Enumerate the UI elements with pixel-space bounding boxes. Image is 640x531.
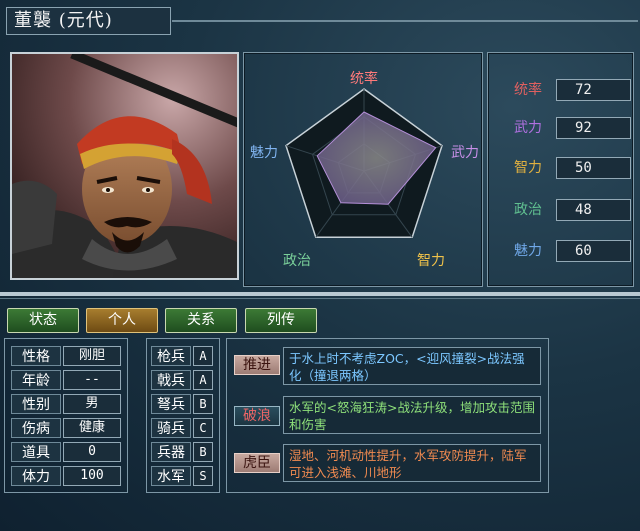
radar-label-bottom-right: 智力: [417, 252, 445, 268]
troop-row-spear: 枪兵 A: [151, 346, 215, 366]
info-label: 道具: [11, 442, 61, 462]
troop-row-cavalry: 骑兵 C: [151, 418, 215, 438]
troop-row-siege: 兵器 B: [151, 442, 215, 462]
troop-grade: S: [193, 466, 213, 486]
stat-label: 智力: [514, 160, 542, 176]
tab-relations[interactable]: 关系: [165, 308, 237, 333]
info-row-injury: 伤病 健康: [11, 418, 121, 438]
radar-label-left: 魅力: [250, 144, 278, 160]
troop-label: 水军: [151, 466, 191, 486]
troop-label: 戟兵: [151, 370, 191, 390]
info-row-age: 年龄 --: [11, 370, 121, 390]
ability-stats-panel: 统率 72 武力 92 智力 50 政治 48 魅力 60: [487, 52, 634, 287]
general-info-screen: 董襲 (元代) 统率 武力 智力 政治 魅力 统率 72 武力 92 智力 50…: [0, 0, 640, 531]
info-label: 年龄: [11, 370, 61, 390]
skill-description-tuijin: 于水上时不考虑ZOC，<迎风撞裂>战法强化（撞退两格）: [283, 347, 541, 385]
info-value: 男: [63, 394, 121, 414]
troop-label: 枪兵: [151, 346, 191, 366]
general-name: 董襲 (元代): [6, 7, 171, 35]
portrait-illustration: [12, 54, 237, 278]
troop-grade: A: [193, 370, 213, 390]
troop-label: 弩兵: [151, 394, 191, 414]
stat-row-zhengzhi: 政治 48: [506, 199, 631, 221]
troop-grade: B: [193, 442, 213, 462]
radar-label-bottom-left: 政治: [283, 252, 311, 268]
troop-grade: C: [193, 418, 213, 438]
skill-name-polang[interactable]: 破浪: [234, 406, 280, 426]
stat-row-zhili: 智力 50: [506, 157, 631, 179]
tab-biography[interactable]: 列传: [245, 308, 317, 333]
ability-radar-panel: 统率 武力 智力 政治 魅力: [243, 52, 483, 287]
info-value: --: [63, 370, 121, 390]
troop-grade: B: [193, 394, 213, 414]
personal-info-panel: 性格 刚胆 年龄 -- 性别 男 伤病 健康 道具 0 体力 100: [4, 338, 128, 493]
troop-label: 骑兵: [151, 418, 191, 438]
troop-aptitude-panel: 枪兵 A 戟兵 A 弩兵 B 骑兵 C 兵器 B 水军 S: [146, 338, 220, 493]
troop-label: 兵器: [151, 442, 191, 462]
info-value: 健康: [63, 418, 121, 438]
skill-name-huchen[interactable]: 虎臣: [234, 453, 280, 473]
tab-personal[interactable]: 个人: [86, 308, 158, 333]
info-label: 体力: [11, 466, 61, 486]
info-row-items: 道具 0: [11, 442, 121, 462]
stat-value: 92: [556, 117, 631, 139]
ability-radar-chart: 统率 武力 智力 政治 魅力: [250, 70, 479, 268]
info-value: 刚胆: [63, 346, 121, 366]
stat-row-meili: 魅力 60: [506, 240, 631, 262]
troop-grade: A: [193, 346, 213, 366]
info-label: 性格: [11, 346, 61, 366]
info-label: 性别: [11, 394, 61, 414]
stat-label: 武力: [514, 120, 542, 136]
troop-row-halberd: 戟兵 A: [151, 370, 215, 390]
troop-row-navy: 水军 S: [151, 466, 215, 486]
stat-label: 统率: [514, 82, 542, 98]
stat-value: 72: [556, 79, 631, 101]
section-divider-thin: [0, 298, 640, 299]
info-row-stamina: 体力 100: [11, 466, 121, 486]
skill-description-huchen: 湿地、河机动性提升，水军攻防提升，陆军可进入浅滩、川地形: [283, 444, 541, 482]
stat-label: 魅力: [514, 243, 542, 259]
info-row-gender: 性别 男: [11, 394, 121, 414]
skill-description-polang: 水军的<怒海狂涛>战法升级，增加攻击范围和伤害: [283, 396, 541, 434]
radar-label-right: 武力: [451, 144, 479, 160]
stat-row-tongshuai: 统率 72: [506, 79, 631, 101]
title-divider: [172, 20, 638, 22]
info-value: 100: [63, 466, 121, 486]
troop-row-crossbow: 弩兵 B: [151, 394, 215, 414]
section-divider: [0, 292, 640, 296]
radar-label-top: 统率: [350, 70, 378, 86]
stat-value: 50: [556, 157, 631, 179]
stat-label: 政治: [514, 202, 542, 218]
stat-row-wuli: 武力 92: [506, 117, 631, 139]
info-value: 0: [63, 442, 121, 462]
stat-value: 60: [556, 240, 631, 262]
skill-name-tuijin[interactable]: 推进: [234, 355, 280, 375]
skills-panel: 推进 于水上时不考虑ZOC，<迎风撞裂>战法强化（撞退两格） 破浪 水军的<怒海…: [226, 338, 549, 493]
stat-value: 48: [556, 199, 631, 221]
general-portrait: [10, 52, 239, 280]
tab-status[interactable]: 状态: [7, 308, 79, 333]
info-label: 伤病: [11, 418, 61, 438]
info-row-personality: 性格 刚胆: [11, 346, 121, 366]
